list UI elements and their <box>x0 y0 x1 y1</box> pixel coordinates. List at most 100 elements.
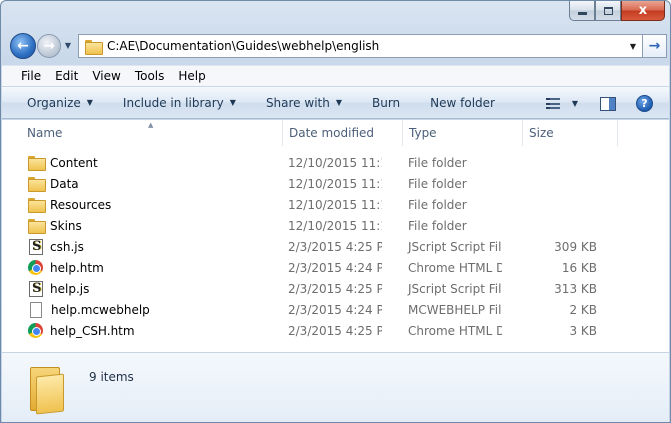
forward-button[interactable]: → <box>37 33 61 58</box>
chevron-down-icon: ▼ <box>629 41 637 51</box>
navigation-bar: ← → ▼ C:AE\Documentation\Guides\webhelp\… <box>10 32 667 59</box>
file-type: JScript Script File <box>408 281 502 296</box>
menu-help[interactable]: Help <box>178 69 205 83</box>
file-name: Content <box>50 155 98 170</box>
file-name: help.js <box>50 281 90 296</box>
menu-view[interactable]: View <box>92 69 120 83</box>
address-bar[interactable]: C:AE\Documentation\Guides\webhelp\englis… <box>78 34 643 58</box>
table-row[interactable]: help_CSH.htm 2/3/2015 4:25 PM Chrome HTM… <box>2 320 669 341</box>
file-type: JScript Script File <box>408 239 502 254</box>
explorer-window: x ← → ▼ C:AE\Documentation\Guides\webhel… <box>0 0 671 423</box>
details-pane: 9 items <box>2 352 669 422</box>
chevron-down-icon: ▼ <box>86 98 93 107</box>
file-list: ▲ Name Date modified Type Size Content 12… <box>2 120 669 352</box>
table-row[interactable]: help.htm 2/3/2015 4:24 PM Chrome HTML Do… <box>2 257 669 278</box>
file-date: 2/3/2015 4:25 PM <box>288 323 382 338</box>
table-row[interactable]: help.js 2/3/2015 4:25 PM JScript Script … <box>2 278 669 299</box>
file-date: 2/3/2015 4:24 PM <box>288 302 382 317</box>
share-with-label: Share with <box>265 95 330 110</box>
organize-label: Organize <box>27 95 81 110</box>
include-in-library-button[interactable]: Include in library ▼ <box>123 96 236 110</box>
file-size: 3 KB <box>569 323 597 338</box>
file-date: 12/10/2015 11:13 ... <box>288 197 382 212</box>
caption-buttons: x <box>569 1 665 22</box>
help-icon[interactable]: ? <box>636 95 653 112</box>
item-count: 9 items <box>89 370 134 384</box>
burn-button[interactable]: Burn <box>372 96 400 110</box>
folder-icon <box>28 219 46 234</box>
command-bar: Organize ▼ Include in library ▼ Share with… <box>2 87 669 119</box>
folder-icon <box>28 156 46 171</box>
file-name: csh.js <box>50 239 84 254</box>
table-row[interactable]: help.mcwebhelp 2/3/2015 4:24 PM MCWEBHEL… <box>2 299 669 320</box>
chevron-down-icon: ▼ <box>64 41 72 50</box>
file-name: Skins <box>50 218 82 233</box>
new-folder-label: New folder <box>430 95 495 110</box>
file-type: File folder <box>408 197 467 212</box>
maximize-button[interactable] <box>595 1 621 21</box>
file-date: 2/3/2015 4:25 PM <box>288 239 382 254</box>
jscript-file-icon <box>29 238 43 255</box>
file-name: Resources <box>50 197 112 212</box>
go-button[interactable]: → <box>643 34 667 58</box>
close-icon: x <box>638 3 648 18</box>
file-date: 12/10/2015 11:13 ... <box>288 218 382 233</box>
minimize-icon <box>577 12 587 15</box>
file-name: help_CSH.htm <box>50 323 135 338</box>
jscript-file-icon <box>29 280 43 297</box>
chrome-html-icon <box>28 323 43 338</box>
menu-bar: File Edit View Tools Help <box>2 65 669 86</box>
chevron-down-icon: ▼ <box>335 98 342 107</box>
view-options-dropdown[interactable]: ▼ <box>572 99 578 108</box>
arrow-right-icon: → <box>43 37 55 54</box>
address-path[interactable]: C:AE\Documentation\Guides\webhelp\englis… <box>107 39 624 53</box>
file-name: Data <box>50 176 79 191</box>
column-header-size[interactable]: Size <box>523 120 618 146</box>
folder-icon <box>85 39 103 55</box>
table-row[interactable]: Resources 12/10/2015 11:13 ... File fold… <box>2 194 669 215</box>
table-row[interactable]: Data 12/10/2015 11:13 ... File folder <box>2 173 669 194</box>
column-header-name[interactable]: ▲ Name <box>2 120 283 146</box>
file-size: 309 KB <box>554 239 597 254</box>
maximize-icon <box>603 6 613 15</box>
file-date: 12/10/2015 11:13 ... <box>288 176 382 191</box>
file-date: 12/10/2015 11:13 ... <box>288 155 382 170</box>
table-row[interactable]: csh.js 2/3/2015 4:25 PM JScript Script F… <box>2 236 669 257</box>
table-row[interactable]: Skins 12/10/2015 11:13 ... File folder <box>2 215 669 236</box>
new-folder-button[interactable]: New folder <box>430 96 495 110</box>
file-date: 2/3/2015 4:24 PM <box>288 260 382 275</box>
menu-tools[interactable]: Tools <box>135 69 165 83</box>
table-row[interactable]: Content 12/10/2015 11:13 ... File folder <box>2 152 669 173</box>
column-headers: ▲ Name Date modified Type Size <box>2 120 669 146</box>
organize-button[interactable]: Organize ▼ <box>27 96 93 110</box>
sort-up-icon: ▲ <box>148 121 154 129</box>
column-header-type[interactable]: Type <box>403 120 523 146</box>
share-with-button[interactable]: Share with ▼ <box>266 96 342 110</box>
arrow-left-icon: ← <box>17 37 29 54</box>
file-type: File folder <box>408 155 467 170</box>
chevron-down-icon: ▼ <box>229 98 236 107</box>
preview-pane-icon[interactable] <box>600 96 616 111</box>
menu-edit[interactable]: Edit <box>55 69 78 83</box>
menu-file[interactable]: File <box>21 69 41 83</box>
burn-label: Burn <box>372 95 401 110</box>
file-name: help.htm <box>50 260 104 275</box>
file-type: MCWEBHELP File <box>408 302 502 317</box>
address-dropdown[interactable]: ▼ <box>624 42 642 51</box>
folder-icon <box>28 177 46 192</box>
close-button[interactable]: x <box>621 1 665 21</box>
file-date: 2/3/2015 4:25 PM <box>288 281 382 296</box>
view-controls: ▼ ? <box>545 95 653 112</box>
minimize-button[interactable] <box>569 1 595 21</box>
generic-file-icon <box>30 301 42 318</box>
include-in-library-label: Include in library <box>122 95 224 110</box>
file-size: 2 KB <box>569 302 597 317</box>
file-size: 16 KB <box>561 260 597 275</box>
column-header-date-modified[interactable]: Date modified <box>283 120 403 146</box>
arrow-right-icon: → <box>648 38 661 54</box>
change-view-icon[interactable] <box>545 98 560 109</box>
back-button[interactable]: ← <box>10 32 36 59</box>
recent-pages-dropdown[interactable]: ▼ <box>62 41 74 50</box>
file-type: Chrome HTML Do... <box>408 323 502 338</box>
file-size: 313 KB <box>554 281 597 296</box>
